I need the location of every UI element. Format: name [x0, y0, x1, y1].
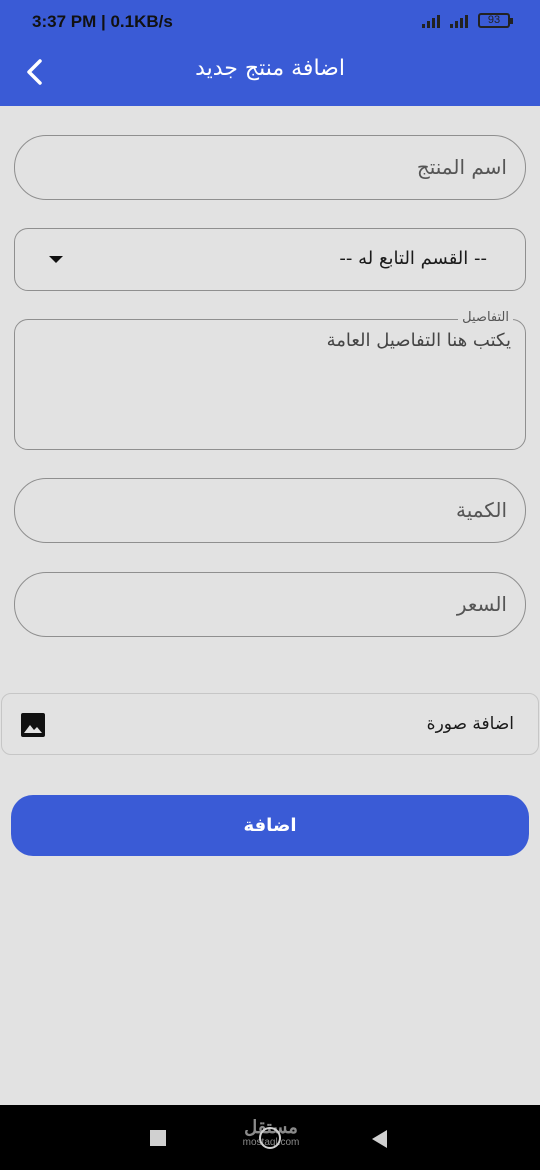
recent-apps-icon[interactable] — [150, 1130, 166, 1146]
price-input[interactable]: السعر — [14, 572, 526, 637]
quantity-placeholder: الكمية — [455, 498, 507, 522]
system-nav-bar: مستقل mostaql.com — [0, 1105, 540, 1170]
details-textarea[interactable]: التفاصيل يكتب هنا التفاصيل العامة — [14, 310, 526, 450]
quantity-input[interactable]: الكمية — [14, 478, 526, 543]
add-image-label: اضافة صورة — [426, 714, 514, 734]
category-dropdown[interactable]: -- القسم التابع له -- — [14, 228, 526, 291]
category-selected: -- القسم التابع له -- — [339, 248, 487, 269]
product-name-placeholder: اسم المنتج — [416, 155, 507, 179]
back-icon[interactable] — [372, 1130, 387, 1148]
price-placeholder: السعر — [456, 592, 507, 616]
battery-icon: 93 — [478, 13, 513, 28]
chevron-left-icon — [27, 59, 42, 85]
status-time: 3:37 PM | 0.1KB/s — [32, 12, 173, 31]
battery-level: 93 — [487, 14, 501, 26]
signal-icon — [422, 14, 440, 28]
add-image-button[interactable]: اضافة صورة — [1, 693, 539, 755]
dropdown-arrow-icon — [49, 256, 63, 263]
submit-button[interactable]: اضافة — [11, 795, 529, 856]
back-button[interactable] — [14, 52, 54, 92]
details-label: التفاصيل — [458, 310, 513, 325]
signal-icon — [450, 14, 468, 28]
product-name-input[interactable]: اسم المنتج — [14, 135, 526, 200]
status-bar: 3:37 PM | 0.1KB/s 93 — [0, 0, 540, 38]
app-bar: اضافة منتج جديد — [0, 38, 540, 106]
page-title: اضافة منتج جديد — [195, 56, 345, 81]
home-icon[interactable] — [259, 1127, 281, 1149]
details-placeholder: يكتب هنا التفاصيل العامة — [326, 330, 511, 351]
status-icons: 93 — [422, 13, 513, 28]
image-icon — [21, 713, 45, 737]
